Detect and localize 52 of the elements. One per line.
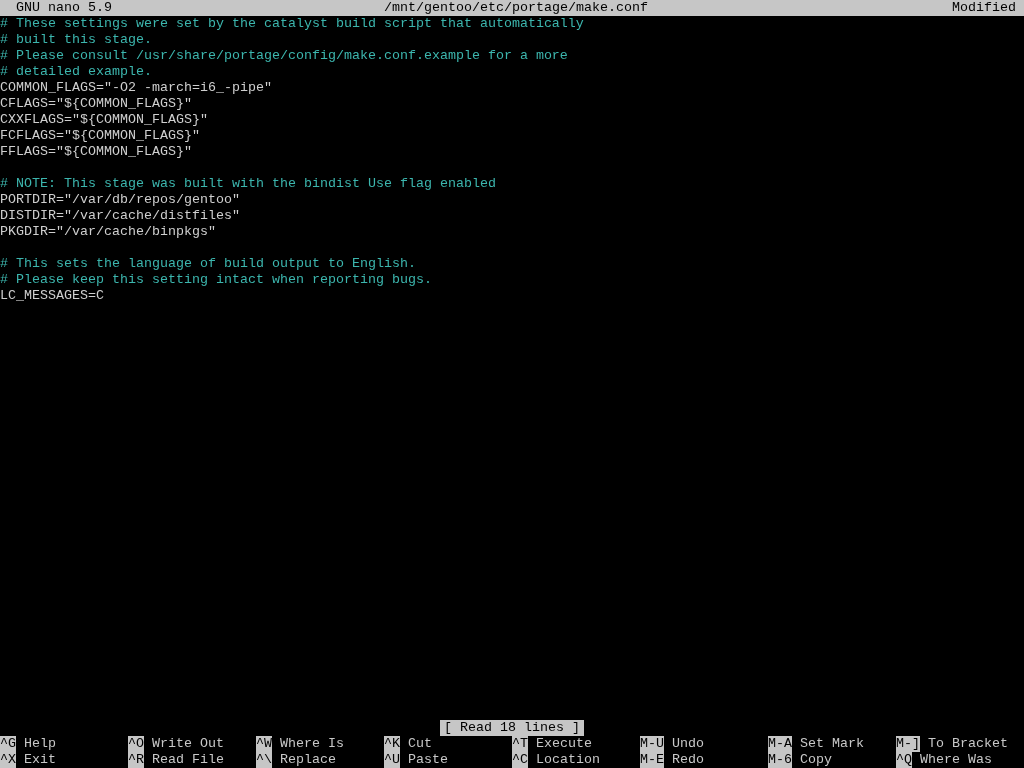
shortcut-key: ^Q — [896, 752, 912, 768]
shortcut-key: M-] — [896, 736, 920, 752]
app-version: GNU nano 5.9 — [16, 0, 112, 16]
code-line: CFLAGS="${COMMON_FLAGS}" — [0, 96, 192, 112]
shortcut-label: Copy — [800, 752, 832, 768]
shortcut-label: Paste — [408, 752, 448, 768]
comment-line: # built this stage. — [0, 32, 152, 48]
code-line: FFLAGS="${COMMON_FLAGS}" — [0, 144, 192, 160]
shortcut-label: Where Was — [920, 752, 992, 768]
comment-line: # This sets the language of build output to English. — [0, 256, 416, 272]
shortcut-key: ^X — [0, 752, 16, 768]
shortcut-key: M-E — [640, 752, 664, 768]
modified-status: Modified — [952, 0, 1016, 16]
shortcut-label: Write Out — [152, 736, 224, 752]
shortcut-key: ^T — [512, 736, 528, 752]
shortcut-key: M-A — [768, 736, 792, 752]
shortcut-label: Execute — [536, 736, 592, 752]
shortcut-key: ^C — [512, 752, 528, 768]
shortcut-key: ^K — [384, 736, 400, 752]
code-line: PORTDIR="/var/db/repos/gentoo" — [0, 192, 240, 208]
comment-line: # These settings were set by the catalyst build script that automatically — [0, 16, 584, 32]
shortcut-label: Set Mark — [800, 736, 864, 752]
code-line: DISTDIR="/var/cache/distfiles" — [0, 208, 240, 224]
shortcut-key: M-U — [640, 736, 664, 752]
shortcut-label: Read File — [152, 752, 224, 768]
shortcut-label: Replace — [280, 752, 336, 768]
code-line: LC_MESSAGES=C — [0, 288, 104, 304]
shortcut-label: Exit — [24, 752, 56, 768]
code-line: CXXFLAGS="${COMMON_FLAGS}" — [0, 112, 208, 128]
shortcut-label: Where Is — [280, 736, 344, 752]
comment-line: # detailed example. — [0, 64, 152, 80]
code-line: COMMON_FLAGS="-O2 -march=i6_-pipe" — [0, 80, 272, 96]
shortcut-key: ^U — [384, 752, 400, 768]
shortcut-label: Cut — [408, 736, 432, 752]
comment-line: # Please keep this setting intact when reporting bugs. — [0, 272, 432, 288]
shortcut-key: ^W — [256, 736, 272, 752]
shortcut-key: M-6 — [768, 752, 792, 768]
status-message: [ Read 18 lines ] — [440, 720, 584, 736]
comment-line: # NOTE: This stage was built with the bindist Use flag enabled — [0, 176, 496, 192]
shortcut-label: Redo — [672, 752, 704, 768]
code-line: FCFLAGS="${COMMON_FLAGS}" — [0, 128, 200, 144]
shortcut-label: Undo — [672, 736, 704, 752]
shortcut-label: Location — [536, 752, 600, 768]
shortcut-label: To Bracket — [928, 736, 1008, 752]
shortcut-label: Help — [24, 736, 56, 752]
shortcut-key: ^R — [128, 752, 144, 768]
comment-line: # Please consult /usr/share/portage/config/make.conf.example for a more — [0, 48, 568, 64]
file-path: /mnt/gentoo/etc/portage/make.conf — [384, 0, 648, 16]
shortcut-key: ^G — [0, 736, 16, 752]
shortcut-key: ^O — [128, 736, 144, 752]
shortcut-key: ^\ — [256, 752, 272, 768]
code-line: PKGDIR="/var/cache/binpkgs" — [0, 224, 216, 240]
